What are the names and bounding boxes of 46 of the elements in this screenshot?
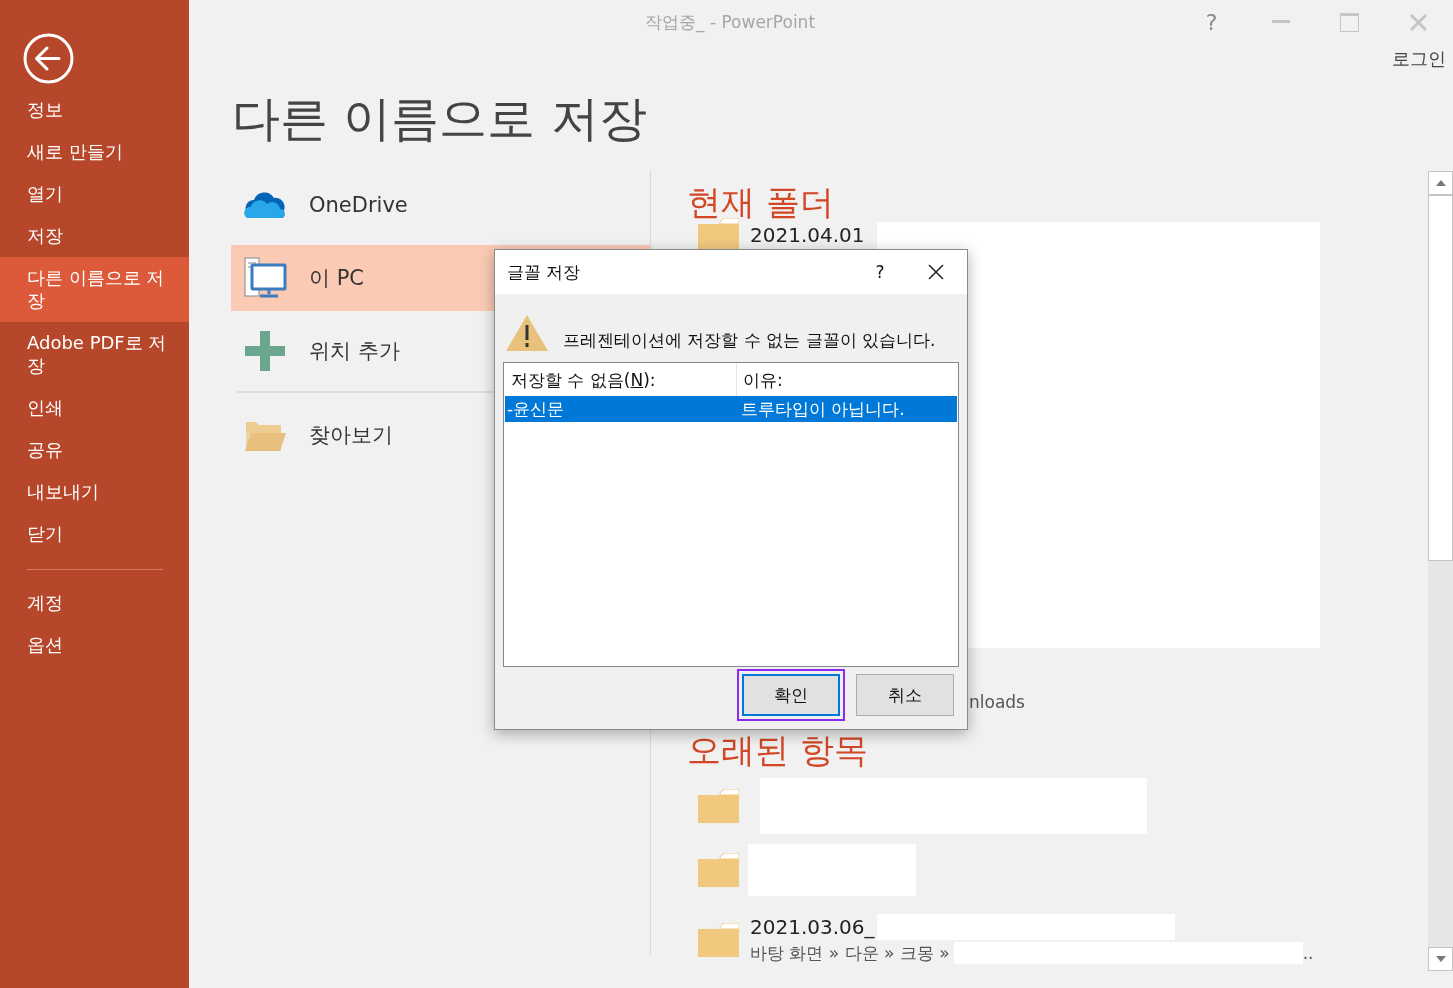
section-heading: 오래된 항목 bbox=[687, 730, 869, 770]
sign-in-link[interactable]: 로그인 bbox=[1392, 44, 1446, 74]
ellipsis: .. bbox=[1302, 943, 1314, 963]
sidebar-item[interactable]: 닫기 bbox=[0, 513, 189, 555]
dialog-title: 글꼴 저장 bbox=[507, 260, 582, 284]
column-header: 이유: bbox=[742, 369, 784, 392]
sidebar-item[interactable]: 인쇄 bbox=[0, 387, 189, 429]
computer-icon bbox=[243, 256, 287, 300]
section-heading: 현재 폴더 bbox=[687, 182, 835, 222]
folder-path: 바탕 화면 » 다운 » 크몽 » bbox=[750, 941, 950, 965]
help-button[interactable]: ? bbox=[1177, 9, 1246, 35]
sidebar-item[interactable]: 새로 만들기 bbox=[0, 131, 189, 173]
sidebar-item[interactable]: 저장 bbox=[0, 215, 189, 257]
window-title: 작업중_ - PowerPoint bbox=[645, 10, 817, 34]
scroll-up-icon[interactable] bbox=[1435, 180, 1446, 186]
folder-path: nloads bbox=[969, 692, 1025, 712]
location-item[interactable]: 찾아보기 bbox=[231, 402, 405, 468]
sidebar-item[interactable]: 옵션 bbox=[0, 624, 189, 666]
folder-name[interactable]: 2021.04.01 bbox=[750, 223, 865, 247]
folder-icon bbox=[698, 789, 739, 823]
folder-icon bbox=[698, 923, 739, 957]
close-icon[interactable] bbox=[928, 264, 944, 280]
warning-icon bbox=[505, 314, 549, 352]
page-title: 다른 이름으로 저장 bbox=[232, 89, 647, 148]
back-icon[interactable] bbox=[23, 33, 74, 84]
scrollbar[interactable] bbox=[1428, 171, 1453, 971]
dialog-message: 프레젠테이션에 저장할 수 없는 글꼴이 있습니다. bbox=[563, 329, 936, 352]
folder-name[interactable]: 2021.03.06_ bbox=[750, 915, 875, 939]
dialog-button[interactable]: 취소 bbox=[856, 674, 954, 716]
cloud-icon bbox=[243, 190, 287, 220]
location-item[interactable]: OneDrive bbox=[231, 172, 420, 238]
sidebar-item[interactable]: 계정 bbox=[0, 582, 189, 624]
font-list[interactable]: 저장할 수 없음(N): 이유: -윤신문 트루타입이 아닙니다. bbox=[503, 362, 959, 667]
sidebar-item[interactable]: 정보 bbox=[0, 89, 189, 131]
sidebar-item[interactable]: 열기 bbox=[0, 173, 189, 215]
sidebar-item[interactable]: 공유 bbox=[0, 429, 189, 471]
list-row[interactable]: -윤신문 트루타입이 아닙니다. bbox=[505, 396, 957, 422]
scroll-down-icon[interactable] bbox=[1435, 956, 1446, 962]
sidebar-item[interactable]: 다른 이름으로 저장 bbox=[0, 257, 189, 322]
plus-icon bbox=[245, 331, 285, 371]
sidebar-item[interactable]: Adobe PDF로 저장 bbox=[0, 322, 189, 387]
help-button[interactable]: ? bbox=[855, 262, 905, 282]
location-item[interactable]: 위치 추가 bbox=[231, 318, 412, 384]
sidebar-item[interactable]: 내보내기 bbox=[0, 471, 189, 513]
folder-icon bbox=[698, 853, 739, 887]
dialog-button[interactable]: 확인 bbox=[742, 674, 840, 716]
